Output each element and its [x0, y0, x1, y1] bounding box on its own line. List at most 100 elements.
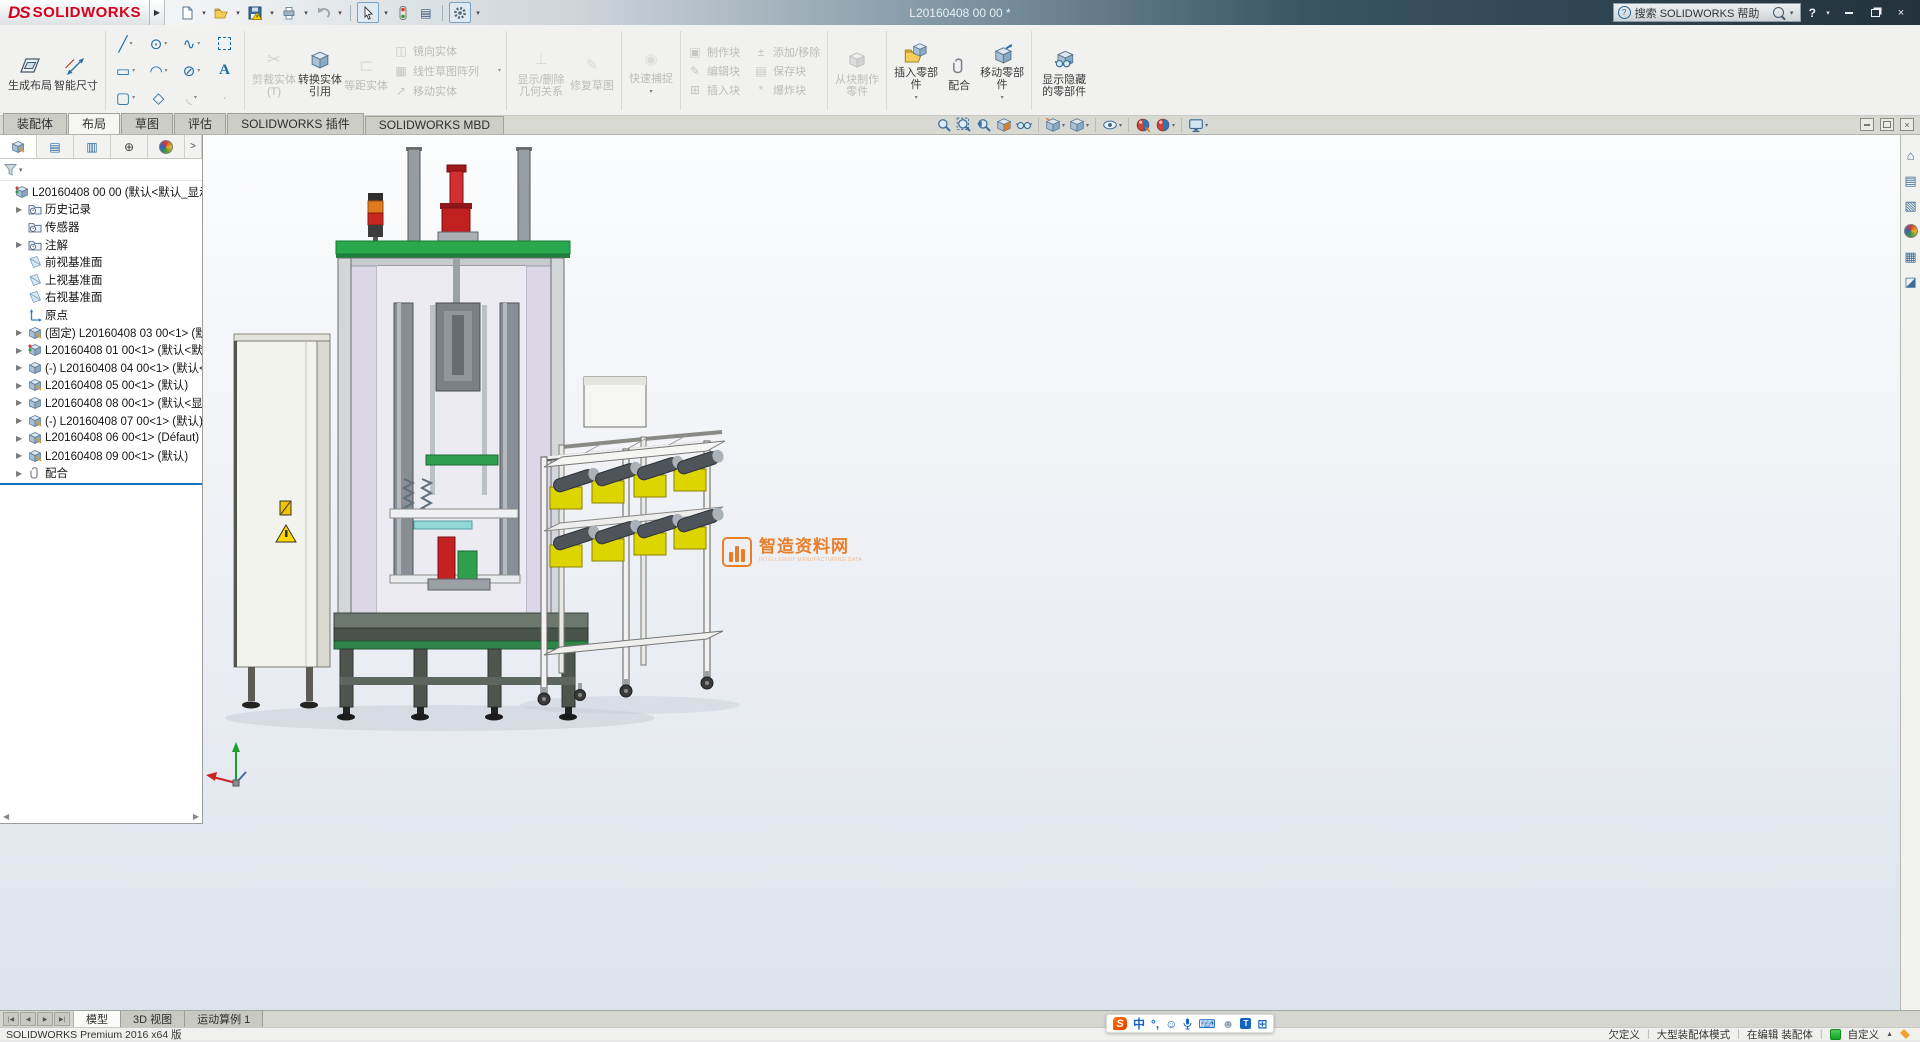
sketch-line-tool[interactable]: ╱▾ — [109, 30, 142, 57]
close-button[interactable]: × — [1892, 6, 1910, 20]
sketch-polygon-tool[interactable]: ◇ — [142, 84, 175, 111]
ime-account-button[interactable]: ☻ — [1222, 1017, 1235, 1031]
machine-top-plate[interactable] — [336, 241, 570, 254]
zoom-to-fit-button[interactable] — [936, 117, 952, 133]
tree-item-sensors[interactable]: 传感器 — [0, 218, 202, 236]
large-assembly-mode-label[interactable]: 大型装配体模式 — [1657, 1027, 1731, 1042]
ime-skin-button[interactable]: T — [1240, 1018, 1251, 1029]
tree-item-component-06[interactable]: ▶ L20160408 06 00<1> (Défaut) — [0, 429, 202, 447]
minimize-button[interactable] — [1840, 6, 1858, 20]
view-palette-icon[interactable]: ▦ — [1904, 250, 1916, 263]
help-search-input[interactable]: ? 搜索 SOLIDWORKS 帮助 ▾ — [1613, 3, 1801, 22]
open-document-button[interactable] — [211, 3, 231, 22]
customize-caret[interactable]: ▲ — [1886, 1031, 1893, 1038]
sketch-spline-tool[interactable]: ∿▾ — [175, 30, 208, 57]
explode-block-button[interactable]: *爆炸块 — [754, 82, 820, 98]
panel-expand-button[interactable]: > — [185, 135, 202, 158]
tab-dimxpertmanager[interactable]: ⊕ — [111, 135, 148, 158]
sketch-trim-box-tool[interactable] — [208, 30, 241, 57]
hydraulic-cylinder[interactable] — [438, 165, 478, 241]
tree-item-component-01[interactable]: ▶ L20160408 01 00<1> (默认<默认_ — [0, 341, 202, 359]
convert-entities-button[interactable]: 转换实体引用 — [297, 44, 343, 98]
custom-properties-icon[interactable]: ◪ — [1904, 275, 1916, 288]
ime-voice-mic-icon[interactable] — [1183, 1018, 1192, 1030]
view-orientation-button[interactable]: ▾ — [1045, 117, 1065, 133]
ime-toolbox-button[interactable]: ⊞ — [1257, 1017, 1267, 1031]
tree-item-component-07[interactable]: ▶ (-) L20160408 07 00<1> (默认) — [0, 412, 202, 430]
signal-tower[interactable] — [368, 193, 383, 242]
print-caret[interactable]: ▾ — [302, 9, 310, 17]
tree-item-mates[interactable]: ▶ 配合 — [0, 465, 202, 483]
section-view-button[interactable] — [996, 117, 1012, 133]
sketch-ellipse-tool[interactable]: ⊘▾ — [175, 57, 208, 84]
graphics-viewport[interactable]: 智造资料网 INTELLIGENT MANUFACTURING DATA ▤ ▥… — [0, 135, 1920, 1010]
open-caret[interactable]: ▾ — [234, 9, 242, 17]
nav-first-button[interactable]: |◀ — [3, 1012, 19, 1026]
tab-configurationmanager[interactable]: ▥ — [74, 135, 111, 158]
mate-button[interactable]: 配合 — [939, 50, 979, 92]
tree-rollback-bar[interactable] — [0, 483, 202, 485]
linear-sketch-pattern-button[interactable]: ▦线性草图阵列▾ — [394, 63, 501, 79]
tab-motion-study-1[interactable]: 运动算例 1 — [185, 1011, 263, 1027]
make-block-button[interactable]: ▣制作块 — [688, 44, 740, 60]
ime-chinese-mode-button[interactable]: 中 — [1133, 1015, 1145, 1032]
repair-sketch-button[interactable]: ✎ 修复草图 — [569, 50, 615, 92]
nav-last-button[interactable]: ▶| — [54, 1012, 70, 1026]
tree-item-origin[interactable]: 原点 — [0, 306, 202, 324]
tree-item-component-04[interactable]: ▶ (-) L20160408 04 00<1> (默认<默 — [0, 359, 202, 377]
tab-layout[interactable]: 布局 — [68, 113, 120, 134]
appearances-scenes-icon[interactable] — [1904, 224, 1918, 238]
menu-flyout-arrow-icon[interactable]: ▶ — [150, 0, 165, 25]
ime-punctuation-button[interactable]: °, — [1151, 1017, 1159, 1031]
tab-propertymanager[interactable]: ▤ — [37, 135, 74, 158]
previous-view-button[interactable] — [976, 117, 992, 133]
design-library-icon[interactable]: ▤ — [1904, 174, 1916, 187]
help-menu-button[interactable]: ? — [1809, 6, 1816, 20]
select-caret[interactable]: ▾ — [382, 9, 390, 17]
save-block-button[interactable]: ▤保存块 — [754, 63, 820, 79]
tree-item-component-05[interactable]: ▶ L20160408 05 00<1> (默认) — [0, 377, 202, 395]
rebuild-traffic-light-button[interactable] — [393, 3, 413, 22]
tab-evaluate[interactable]: 评估 — [174, 113, 226, 134]
new-caret[interactable]: ▾ — [200, 9, 208, 17]
sketch-text-tool[interactable]: A — [208, 57, 241, 84]
help-caret[interactable]: ▾ — [1824, 9, 1832, 17]
tab-model[interactable]: 模型 — [74, 1011, 121, 1027]
ime-keyboard-button[interactable]: ⌨ — [1198, 1017, 1215, 1031]
nav-next-button[interactable]: ▶ — [37, 1012, 53, 1026]
show-hidden-components-button[interactable]: 显示隐藏的零部件 — [1038, 44, 1090, 98]
edit-appearance-button[interactable] — [1135, 117, 1151, 133]
sketch-slot-tool[interactable]: ▢▾ — [109, 84, 142, 111]
options-caret[interactable]: ▾ — [474, 9, 482, 17]
new-document-button[interactable] — [177, 3, 197, 22]
tree-item-annotations[interactable]: ▶ 注解 — [0, 236, 202, 254]
smart-dimension-button[interactable]: 智能尺寸 — [53, 50, 99, 92]
sogou-logo-icon[interactable]: S — [1113, 1017, 1127, 1030]
restore-button[interactable] — [1866, 6, 1884, 20]
undo-caret[interactable]: ▾ — [336, 9, 344, 17]
filter-funnel-icon[interactable] — [4, 163, 17, 176]
tree-item-component-09[interactable]: ▶ L20160408 09 00<1> (默认) — [0, 447, 202, 465]
tree-item-root[interactable]: L20160408 00 00 (默认<默认_显示状态 — [0, 183, 202, 201]
quick-snaps-button[interactable]: ◉ 快速捕捉 ▾ — [628, 43, 674, 98]
sketch-fillet-tool[interactable]: ◟▾ — [175, 84, 208, 111]
search-icon[interactable] — [1773, 7, 1784, 18]
tag-icon[interactable] — [1900, 1029, 1910, 1039]
sketch-rectangle-tool[interactable]: ▭▾ — [109, 57, 142, 84]
move-component-button[interactable]: 移动零部件 ▾ — [979, 37, 1025, 104]
doc-close-button[interactable]: × — [1900, 118, 1914, 131]
tree-item-front-plane[interactable]: 前视基准面 — [0, 253, 202, 271]
doc-minimize-button[interactable] — [1860, 118, 1874, 131]
move-entities-button[interactable]: ↗移动实体 — [394, 83, 501, 99]
tab-displaymanager[interactable] — [148, 135, 185, 158]
solidworks-logo[interactable]: DS SOLIDWORKS — [0, 0, 150, 25]
sketch-point-tool[interactable]: · — [208, 84, 241, 111]
insert-components-button[interactable]: 插入零部件 ▾ — [893, 37, 939, 104]
print-button[interactable] — [279, 3, 299, 22]
file-explorer-icon[interactable]: ▧ — [1904, 199, 1916, 212]
view-annotations-button[interactable] — [1016, 117, 1032, 133]
mirror-entities-button[interactable]: ◫镜向实体 — [394, 43, 501, 59]
tree-item-top-plane[interactable]: 上视基准面 — [0, 271, 202, 289]
apply-scene-button[interactable]: ▾ — [1155, 117, 1175, 133]
select-tool-button[interactable] — [357, 2, 379, 23]
